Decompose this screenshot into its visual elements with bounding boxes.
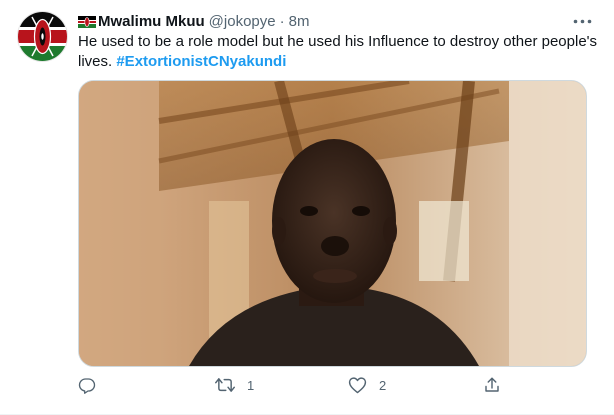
heart-icon bbox=[348, 377, 367, 394]
more-button[interactable] bbox=[572, 11, 592, 31]
tweet-media[interactable] bbox=[78, 80, 587, 367]
author-name[interactable]: Mwalimu Mkuu bbox=[98, 13, 205, 30]
reply-icon bbox=[78, 378, 96, 394]
separator-dot: · bbox=[279, 12, 285, 30]
avatar[interactable] bbox=[17, 11, 68, 62]
share-button[interactable] bbox=[483, 371, 513, 399]
author-handle[interactable]: @jokopye bbox=[209, 13, 276, 30]
tweet-text: He used to be a role model but he used h… bbox=[78, 32, 598, 72]
tweet-actions: 1 2 bbox=[78, 371, 598, 399]
retweet-button[interactable]: 1 bbox=[215, 371, 254, 399]
retweet-count: 1 bbox=[247, 377, 255, 393]
retweet-icon bbox=[215, 378, 235, 392]
share-icon bbox=[485, 377, 499, 392]
tweet[interactable]: Mwalimu Mkuu @jokopye · 8m He used to be… bbox=[0, 0, 614, 415]
reply-button[interactable] bbox=[78, 371, 108, 399]
tweet-header: Mwalimu Mkuu @jokopye · 8m bbox=[78, 11, 309, 31]
more-icon bbox=[573, 19, 591, 23]
kenya-flag-icon bbox=[78, 15, 96, 28]
kenya-flag-shield-avatar-icon bbox=[18, 12, 67, 61]
hashtag-link[interactable]: #ExtortionistCNyakundi bbox=[116, 53, 286, 70]
photo-image bbox=[79, 81, 586, 366]
tweet-timestamp[interactable]: 8m bbox=[289, 13, 310, 30]
like-count: 2 bbox=[379, 377, 387, 393]
like-button[interactable]: 2 bbox=[348, 371, 386, 399]
